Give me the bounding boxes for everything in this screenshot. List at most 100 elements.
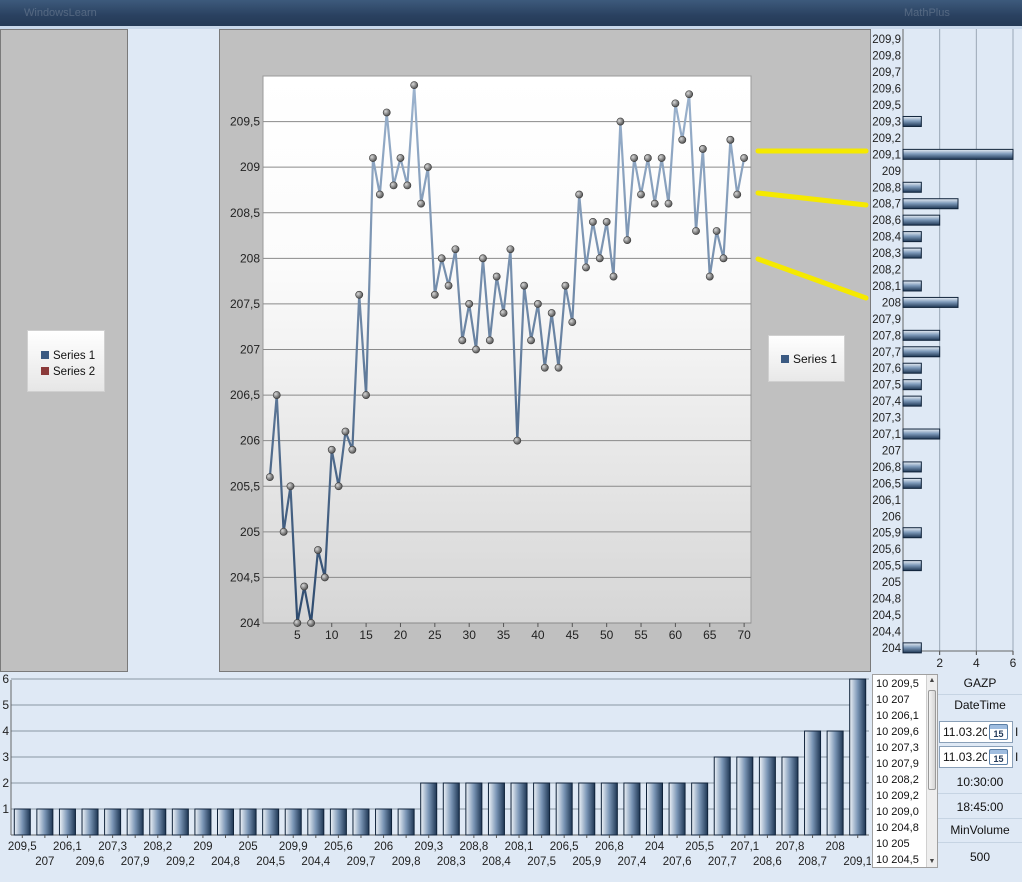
- x-tick-label: 209,9: [279, 841, 308, 853]
- x-tick-label: 10: [325, 628, 339, 642]
- x-tick-label: 15: [359, 628, 373, 642]
- data-point: [479, 254, 487, 263]
- date-to-picker[interactable]: 11.03.20 15: [939, 746, 1013, 768]
- bar: [902, 329, 941, 341]
- data-point: [341, 427, 350, 436]
- date-from-value[interactable]: 11.03.20: [943, 725, 987, 739]
- list-item[interactable]: 10 207,3: [876, 740, 928, 756]
- divider: [938, 818, 1022, 819]
- x-tick-label: 55: [634, 628, 648, 642]
- x-tick-label: 208,6: [753, 856, 782, 868]
- divider: [938, 842, 1022, 843]
- list-item[interactable]: 10 209,0: [876, 804, 928, 820]
- list-item[interactable]: 10 206,1: [876, 708, 928, 724]
- scroll-thumb[interactable]: [928, 690, 936, 790]
- x-tick-label: 207,6: [663, 856, 692, 868]
- list-item[interactable]: 10 204,8: [876, 820, 928, 836]
- list-item[interactable]: 10 209,2: [876, 788, 928, 804]
- bar: [781, 756, 799, 836]
- x-tick-label: 205: [238, 841, 257, 853]
- y-tick-label: 2: [2, 776, 9, 790]
- bar: [826, 730, 844, 836]
- x-tick-label: 6: [1010, 656, 1017, 670]
- bar: [487, 782, 505, 836]
- data-point: [286, 482, 295, 491]
- bar: [533, 782, 551, 836]
- list-item[interactable]: 10 204,5: [876, 852, 928, 867]
- bar: [126, 808, 144, 836]
- x-tick-label: 207,5: [527, 856, 556, 868]
- data-point: [733, 190, 742, 199]
- bar: [81, 808, 99, 836]
- list-item[interactable]: 10 209,6: [876, 724, 928, 740]
- main-chart-legend: Series 1: [768, 335, 845, 382]
- scroll-down-icon[interactable]: ▼: [927, 858, 937, 865]
- y-tick-label: 205: [240, 525, 260, 539]
- y-tick-label: 209,5: [872, 100, 901, 112]
- y-tick-label: 208,6: [872, 215, 901, 227]
- bar: [902, 346, 941, 358]
- bar: [902, 362, 922, 374]
- calendar-icon[interactable]: 15: [989, 749, 1008, 765]
- data-point: [293, 619, 302, 627]
- y-tick-label: 204,4: [872, 626, 901, 638]
- y-tick-label: 204,5: [872, 610, 901, 622]
- x-tick-label: 205,5: [685, 841, 714, 853]
- data-point: [334, 482, 343, 491]
- data-point: [630, 154, 639, 162]
- bar: [284, 808, 302, 836]
- main-chart-panel: 204 204,5 205 205,5 206 206,5 207 207,5 208 208,5…: [219, 29, 871, 672]
- x-tick-label: 209,2: [166, 856, 195, 868]
- y-tick-label: 206: [240, 434, 260, 448]
- calendar-icon[interactable]: 15: [989, 724, 1008, 740]
- data-point: [307, 619, 316, 627]
- y-tick-label: 207: [882, 445, 901, 457]
- data-point: [540, 363, 549, 372]
- y-tick-label: 205,6: [872, 544, 901, 556]
- list-item[interactable]: 10 207: [876, 692, 928, 708]
- list-item[interactable]: 10 205: [876, 836, 928, 852]
- y-tick-label: 205,5: [872, 561, 901, 573]
- x-tick-label: 207: [35, 856, 54, 868]
- datetime-label: DateTime: [954, 698, 1006, 712]
- y-tick-label: 1: [2, 802, 9, 816]
- legend-label: Series 1: [793, 352, 838, 366]
- bar: [262, 808, 280, 836]
- y-tick-label: 204: [882, 643, 902, 655]
- list-item[interactable]: 10 209,5: [876, 676, 928, 692]
- x-tick-label: 207,4: [618, 856, 647, 868]
- title-bar: WindowsLearn MathPlus: [0, 0, 1022, 26]
- bar: [217, 808, 234, 836]
- min-volume-value[interactable]: 500: [938, 850, 1022, 864]
- bar: [194, 808, 212, 836]
- list-scrollbar[interactable]: ▲ ▼: [926, 675, 937, 867]
- data-point: [664, 199, 673, 208]
- bar: [902, 461, 922, 473]
- list-item[interactable]: 10 207,9: [876, 756, 928, 772]
- bar: [758, 756, 776, 836]
- data-point: [582, 263, 590, 272]
- scroll-up-icon[interactable]: ▲: [927, 677, 937, 684]
- data-point: [355, 290, 364, 299]
- x-tick-label: 209,3: [414, 841, 443, 853]
- data-point: [472, 345, 480, 354]
- y-tick-label: 3: [2, 750, 9, 764]
- y-tick-label: 208: [240, 251, 260, 265]
- y-tick-label: 209,9: [872, 34, 901, 46]
- list-item[interactable]: 10 208,2: [876, 772, 928, 788]
- data-point: [375, 190, 384, 199]
- price-frequency-chart: 1 2 3 4 5 6 209,5 207 206,1 209,6 207,3 207,9 208,2 2…: [2, 672, 871, 868]
- data-point: [644, 154, 652, 162]
- data-point: [513, 436, 522, 445]
- date-from-picker[interactable]: 11.03.20 15: [939, 721, 1013, 743]
- y-tick-label: 208,2: [872, 265, 901, 277]
- data-point: [685, 90, 694, 99]
- data-point: [327, 445, 336, 454]
- date-to-value[interactable]: 11.03.20: [943, 750, 987, 764]
- data-point: [382, 108, 391, 117]
- x-tick-label: 45: [566, 628, 580, 642]
- price-volume-list[interactable]: 10 209,5 10 207 10 206,1 10 209,6 10 207,3 10…: [872, 674, 938, 868]
- y-tick-label: 207,3: [872, 413, 901, 425]
- y-tick-label: 5: [2, 698, 9, 712]
- data-point: [637, 190, 645, 199]
